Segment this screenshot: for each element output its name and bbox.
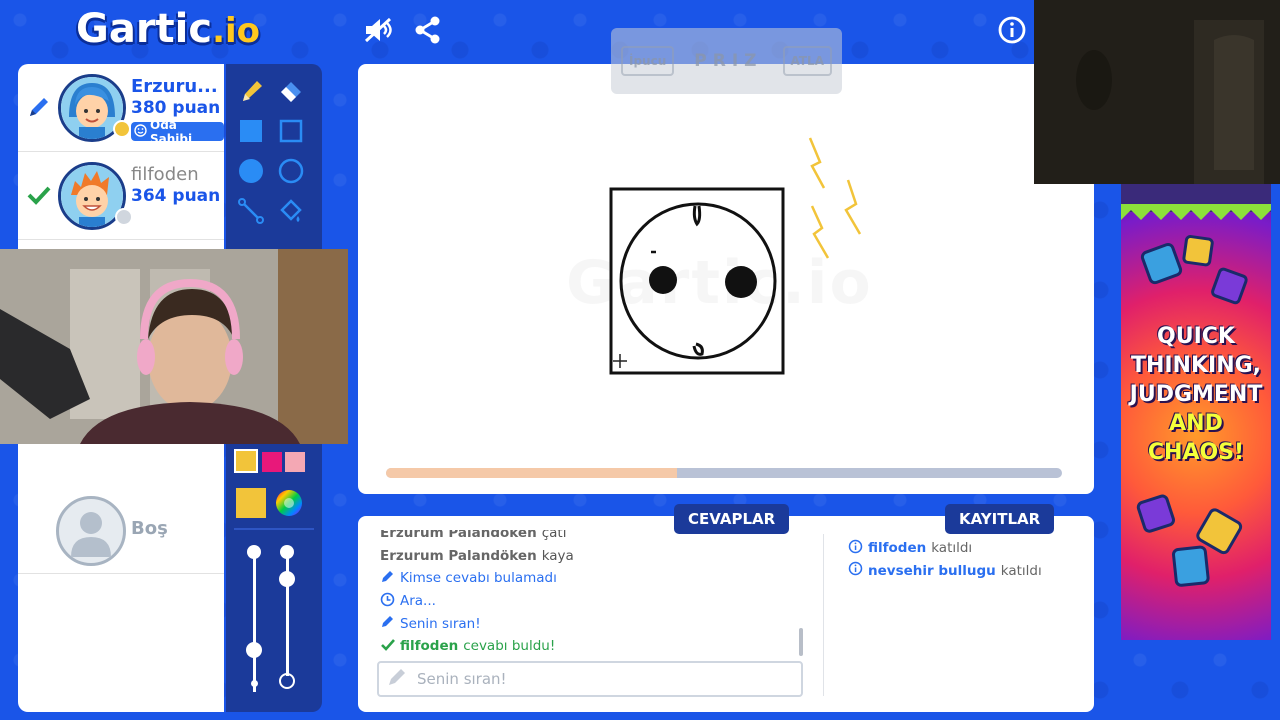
logs-list: filfoden katıldı nevsehir bullugu katıld… (848, 537, 1078, 582)
ad-line: JUDGMENT (1129, 382, 1263, 407)
word-hint-box: İpucu PRIZ ATLA (611, 28, 842, 94)
hint-word: PRIZ (694, 51, 763, 71)
message-author: filfoden (400, 638, 459, 654)
pencil-tool-icon[interactable] (236, 76, 266, 106)
panel-divider (823, 534, 824, 696)
info-icon (848, 539, 863, 558)
chat-input-box[interactable] (377, 661, 803, 697)
drawing-canvas[interactable]: Gartic.io (358, 64, 1094, 494)
message-author: Erzurum Palandöken (380, 530, 537, 542)
list-item: Ara... (380, 590, 800, 613)
answer-input[interactable] (417, 670, 777, 688)
player-item[interactable]: filfoden 364 puan (18, 152, 224, 240)
empty-avatar-icon (56, 496, 126, 566)
answers-list: Erzurum Palandöken çatı Erzurum Palandöke… (380, 530, 800, 654)
tab-logs[interactable]: KAYITLAR (945, 504, 1055, 534)
chat-scrollbar[interactable] (799, 628, 803, 656)
size-slider-top-dot (247, 545, 261, 559)
current-color-swatch[interactable] (236, 488, 266, 518)
size-slider-min-dot (251, 680, 258, 687)
timer-progress-fill (386, 468, 677, 478)
message-text: Ara... (400, 593, 436, 610)
hint-button[interactable]: İpucu (621, 46, 675, 76)
opacity-slider-handle[interactable] (279, 571, 295, 587)
size-slider-handle[interactable] (246, 642, 262, 658)
webcam-person-image (0, 249, 348, 444)
check-icon (26, 182, 52, 208)
log-text: katıldı (1000, 562, 1042, 579)
ad-line: QUICK (1157, 324, 1235, 349)
fill-bucket-tool-icon[interactable] (276, 196, 306, 226)
list-item: nevsehir bullugu katıldı (848, 560, 1078, 583)
circle-outline-tool-icon[interactable] (276, 156, 306, 186)
message-text: cevabı buldu! (463, 638, 556, 654)
pencil-icon (387, 667, 407, 691)
clock-icon (380, 592, 395, 611)
status-dot (113, 120, 131, 138)
webcam-room-image (1034, 0, 1280, 184)
log-text: katıldı (931, 540, 973, 557)
empty-slot-label: Boş (131, 518, 168, 539)
divider (234, 528, 314, 530)
logo-suffix: .io (212, 11, 261, 51)
smile-icon (134, 123, 147, 140)
list-item: Kimse cevabı bulamadı (380, 567, 800, 590)
skip-button[interactable]: ATLA (782, 46, 832, 76)
timer-progress-bar (386, 468, 1062, 478)
list-item: Erzurum Palandöken çatı (380, 530, 800, 545)
webcam-overlay-right (1034, 0, 1280, 184)
list-item: filfoden katıldı (848, 537, 1078, 560)
gartic-logo[interactable]: Gartic.io (76, 6, 260, 52)
player-item[interactable]: Erzuru... 380 puan Oda Sahibi (18, 64, 224, 152)
empty-player-slot: Boş (18, 488, 224, 574)
status-dot (115, 208, 133, 226)
message-text: kaya (541, 547, 574, 564)
size-slider-track[interactable] (253, 552, 256, 692)
pencil-icon (380, 614, 395, 633)
owner-badge-label: Oda Sahibi (150, 117, 193, 146)
color-swatch-magenta[interactable] (262, 452, 282, 472)
info-icon (848, 561, 863, 580)
owner-badge: Oda Sahibi (131, 118, 224, 146)
color-swatch-pink[interactable] (285, 452, 305, 472)
drawing-strokes (609, 137, 862, 375)
share-icon[interactable] (412, 14, 444, 46)
pencil-icon (26, 94, 52, 120)
eraser-tool-icon[interactable] (276, 76, 306, 106)
player-score: 364 puan (131, 186, 221, 206)
pencil-icon (380, 569, 395, 588)
line-tool-icon[interactable] (236, 196, 266, 226)
message-text: Kimse cevabı bulamadı (400, 570, 557, 587)
ad-line: CHAOS! (1147, 440, 1245, 465)
color-picker-icon[interactable] (274, 488, 304, 518)
message-text: çatı (541, 530, 567, 542)
ad-banner[interactable]: QUICK THINKING, JUDGMENT AND CHAOS! (1121, 184, 1271, 640)
player-name: filfoden (131, 164, 199, 185)
log-author: filfoden (868, 540, 927, 557)
list-item: Senin sıran! (380, 612, 800, 635)
message-text: Senin sıran! (400, 615, 481, 632)
info-icon[interactable] (996, 14, 1028, 46)
logo-main: Gartic (76, 6, 213, 52)
sound-muted-icon[interactable] (362, 14, 394, 46)
check-icon (380, 637, 395, 654)
log-author: nevsehir bullugu (868, 562, 996, 579)
filled-rectangle-tool-icon[interactable] (236, 116, 266, 146)
ad-text: QUICK THINKING, JUDGMENT AND CHAOS! (1125, 322, 1267, 467)
ad-line: THINKING, (1130, 353, 1262, 378)
message-author: Erzurum Palandöken (380, 547, 537, 564)
ad-line: AND (1169, 411, 1223, 436)
color-swatch-yellow[interactable] (234, 449, 258, 473)
webcam-overlay-left (0, 249, 348, 444)
filled-circle-tool-icon[interactable] (236, 156, 266, 186)
opacity-slider-top-dot (280, 545, 294, 559)
rectangle-outline-tool-icon[interactable] (276, 116, 306, 146)
list-item: Erzurum Palandöken kaya (380, 545, 800, 568)
player-name: Erzuru... (131, 76, 218, 97)
list-item: filfoden cevabı buldu! (380, 635, 800, 654)
opacity-slider-min-ring (279, 673, 295, 689)
player-score: 380 puan (131, 98, 221, 118)
